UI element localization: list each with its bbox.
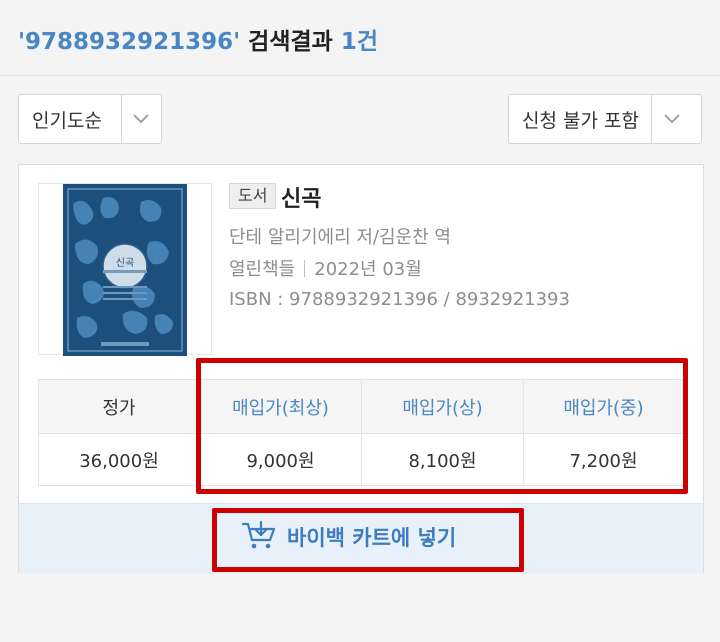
sort-dropdown[interactable]: 인기도순 — [18, 94, 162, 144]
book-publication: 열린책들 2022년 03월 — [229, 255, 422, 281]
list-price-header: 정가 — [102, 397, 136, 419]
list-price-value: 36,000원 — [79, 450, 159, 472]
book-cover-thumbnail[interactable]: 신곡 — [38, 183, 212, 356]
divider — [304, 260, 306, 277]
book-publisher: 열린책들 — [229, 259, 296, 280]
results-label: 검색결과 — [248, 29, 333, 55]
highlight-box-cart — [212, 508, 524, 572]
search-summary: '9788932921396' 검색결과 1건 — [18, 22, 378, 56]
filter-label: 신청 불가 포함 — [522, 109, 639, 132]
filter-dropdown[interactable]: 신청 불가 포함 — [508, 94, 702, 144]
chevron-down-icon — [120, 95, 161, 143]
book-isbn: ISBN : 9788932921396 / 8932921393 — [229, 289, 570, 310]
book-title[interactable]: 신곡 — [281, 181, 321, 213]
highlight-box-prices — [196, 358, 688, 494]
search-header: '9788932921396' 검색결과 1건 — [0, 0, 720, 76]
book-author: 단테 알리기에리 저/김운찬 역 — [229, 227, 451, 248]
search-query: '9788932921396' — [18, 29, 241, 55]
results-count: 1건 — [340, 29, 378, 55]
book-cover-image: 신곡 — [63, 184, 187, 356]
book-date: 2022년 03월 — [314, 259, 422, 280]
book-type-badge: 도서 — [229, 183, 277, 209]
chevron-down-icon — [650, 95, 692, 143]
cover-title-text: 신곡 — [116, 257, 134, 269]
sort-label: 인기도순 — [32, 109, 102, 132]
